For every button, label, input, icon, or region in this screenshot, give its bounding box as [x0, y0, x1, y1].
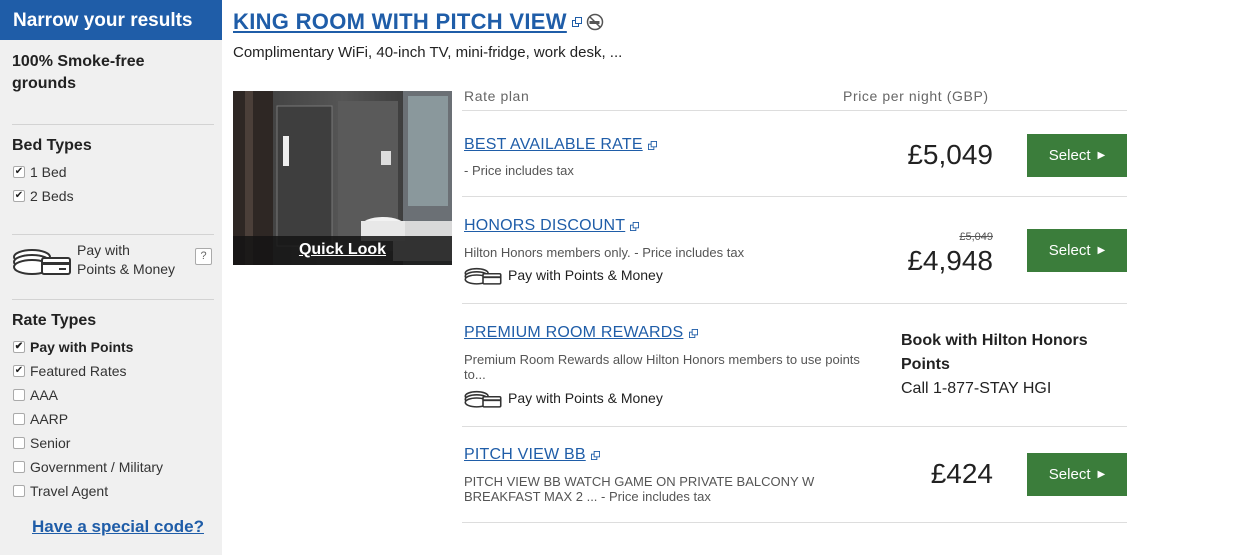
bed-option-1-bed[interactable]: ✔ 1 Bed [0, 160, 222, 184]
room-description: Complimentary WiFi, 40-inch TV, mini-fri… [233, 44, 623, 61]
rate-name-link[interactable]: PITCH VIEW BB [464, 446, 586, 464]
table-divider [462, 426, 1127, 427]
original-price: £5,049 [959, 231, 993, 243]
book-with-points-heading: Book with Hilton Honors Points [901, 332, 1088, 373]
points-money-badge: Pay with Points & Money [464, 265, 663, 285]
checkbox-checked-icon[interactable]: ✔ [13, 365, 25, 377]
select-label: Select [1048, 466, 1091, 483]
checkbox-unchecked-icon[interactable] [13, 437, 25, 449]
checkbox-label: Senior [30, 435, 71, 451]
points-money-badge: Pay with Points & Money [464, 388, 663, 408]
rate-subtext: Premium Room Rewards allow Hilton Honors… [464, 352, 860, 382]
rate-option-featured-rates[interactable]: ✔ Featured Rates [0, 359, 222, 383]
points-and-money-icon [13, 249, 71, 275]
checkbox-label: AAA [30, 387, 59, 403]
checkbox-label: Featured Rates [30, 363, 127, 379]
external-link-icon[interactable] [630, 222, 639, 231]
column-header-rate-plan: Rate plan [464, 88, 530, 104]
checkbox-unchecked-icon[interactable] [13, 413, 25, 425]
quick-look-link[interactable]: Quick Look [233, 236, 452, 265]
points-money-text: Pay with Points & Money [508, 390, 663, 406]
column-header-price: Price per night (GBP) [843, 88, 989, 104]
checkbox-label: AARP [30, 411, 69, 427]
table-divider [462, 196, 1127, 197]
page: Narrow your results 100% Smoke-free grou… [0, 0, 1246, 555]
rate-option-government-military[interactable]: Government / Military [0, 455, 222, 479]
checkbox-label: Government / Military [30, 459, 164, 475]
room-title-link[interactable]: KING ROOM WITH PITCH VIEW [233, 9, 567, 35]
bed-types-heading: Bed Types [12, 137, 92, 154]
select-button[interactable]: Select ▶ [1027, 453, 1127, 496]
rate-types-heading: Rate Types [12, 312, 97, 329]
caret-right-icon: ▶ [1097, 150, 1106, 161]
caret-right-icon: ▶ [1097, 245, 1106, 256]
select-label: Select [1048, 147, 1091, 164]
checkbox-checked-icon[interactable]: ✔ [13, 341, 25, 353]
checkbox-label: Travel Agent [30, 483, 109, 499]
select-label: Select [1048, 242, 1091, 259]
select-button[interactable]: Select ▶ [1027, 134, 1127, 177]
points-money-filter[interactable]: Pay with Points & Money ? [0, 235, 222, 291]
no-smoking-icon [586, 13, 604, 31]
special-code-link[interactable]: Have a special code? [0, 517, 222, 537]
table-divider [462, 110, 1127, 111]
checkbox-unchecked-icon[interactable] [13, 389, 25, 401]
room-title-row: KING ROOM WITH PITCH VIEW [233, 9, 604, 35]
checkbox-checked-icon[interactable]: ✔ [13, 190, 25, 202]
rate-name-link[interactable]: HONORS DISCOUNT [464, 217, 625, 235]
book-with-points-info: Book with Hilton Honors Points Call 1-87… [901, 329, 1111, 401]
external-link-icon[interactable] [571, 17, 582, 27]
filter-sidebar: Narrow your results 100% Smoke-free grou… [0, 0, 222, 555]
rate-option-travel-agent[interactable]: Travel Agent [0, 479, 222, 503]
rate-price: £424 [930, 458, 993, 489]
external-link-icon[interactable] [648, 141, 657, 150]
caret-right-icon: ▶ [1097, 469, 1106, 480]
points-money-label: Pay with Points & Money [77, 241, 175, 279]
room-photo[interactable]: Quick Look [233, 91, 452, 265]
checkbox-unchecked-icon[interactable] [13, 485, 25, 497]
checkbox-label: 1 Bed [30, 164, 67, 180]
rate-name-link[interactable]: BEST AVAILABLE RATE [464, 136, 643, 154]
bed-option-2-beds[interactable]: ✔ 2 Beds [0, 184, 222, 208]
rate-option-aaa[interactable]: AAA [0, 383, 222, 407]
checkbox-checked-icon[interactable]: ✔ [13, 166, 25, 178]
rate-price: £5,049 [907, 139, 993, 170]
rate-subtext: Hilton Honors members only. - Price incl… [464, 245, 745, 260]
external-link-icon[interactable] [591, 451, 600, 460]
rate-name-link[interactable]: PREMIUM ROOM REWARDS [464, 324, 683, 342]
points-money-text: Pay with Points & Money [508, 267, 663, 283]
rate-subtext: - Price includes tax [464, 163, 574, 178]
rate-option-pay-with-points[interactable]: ✔ Pay with Points [0, 335, 222, 359]
table-divider [462, 303, 1127, 304]
checkbox-label: Pay with Points [30, 339, 134, 355]
smoke-free-note: 100% Smoke-free grounds [12, 53, 145, 92]
checkbox-unchecked-icon[interactable] [13, 461, 25, 473]
select-button[interactable]: Select ▶ [1027, 229, 1127, 272]
points-money-label-line1: Pay with [77, 242, 130, 258]
points-and-money-icon [464, 267, 502, 285]
rate-option-senior[interactable]: Senior [0, 431, 222, 455]
call-phone-text: Call 1-877-STAY HGI [901, 380, 1052, 397]
table-divider [462, 522, 1127, 523]
checkbox-label: 2 Beds [30, 188, 74, 204]
rate-price: £4,948 [907, 245, 993, 276]
rate-option-aarp[interactable]: AARP [0, 407, 222, 431]
points-and-money-icon [464, 390, 502, 408]
points-money-label-line2: Points & Money [77, 261, 176, 277]
sidebar-header: Narrow your results [0, 0, 222, 40]
external-link-icon[interactable] [689, 329, 698, 338]
help-button[interactable]: ? [195, 248, 212, 265]
rate-subtext: PITCH VIEW BB WATCH GAME ON PRIVATE BALC… [464, 474, 815, 504]
